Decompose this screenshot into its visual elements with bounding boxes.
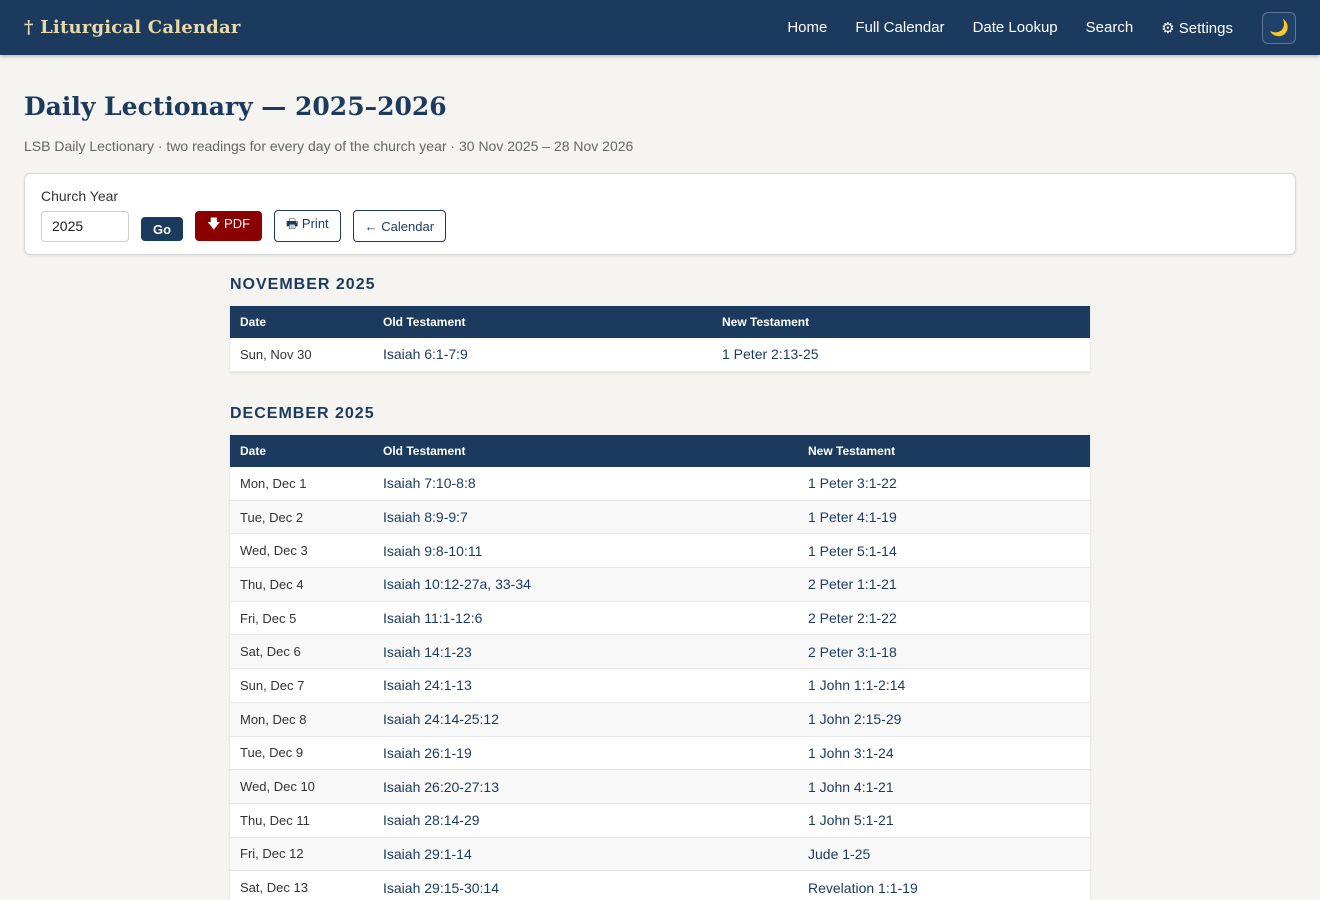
print-button[interactable]: 🖶 Print [274, 210, 341, 242]
old-testament-link[interactable]: Isaiah 8:9-9:7 [373, 500, 798, 535]
new-testament-link[interactable]: 1 Peter 5:1-14 [798, 533, 1090, 569]
old-testament-link[interactable]: Isaiah 7:10-8:8 [373, 466, 798, 501]
moon-icon: 🌙 [1269, 19, 1289, 37]
month-heading: DECEMBER 2025 [230, 404, 375, 422]
new-testament-link[interactable]: 1 John 4:1-21 [798, 769, 1090, 804]
month-section-december: DECEMBER 2025 Date Old Testament New Tes… [230, 405, 1090, 900]
row-date: Thu, Dec 4 [230, 567, 373, 602]
nav-settings[interactable]: ⚙ Settings [1161, 19, 1233, 37]
row-date: Mon, Dec 8 [230, 702, 373, 737]
table-row: Wed, Dec 3 Isaiah 9:8-10:11 1 Peter 5:1-… [230, 533, 1090, 569]
row-date: Wed, Dec 10 [230, 769, 373, 804]
row-date: Fri, Dec 12 [230, 837, 373, 872]
col-old-testament: Old Testament [373, 306, 712, 338]
new-testament-link[interactable]: Jude 1-25 [798, 837, 1090, 872]
table-row: Thu, Dec 4 Isaiah 10:12-27a, 33-34 2 Pet… [230, 567, 1090, 602]
table-row: Mon, Dec 1 Isaiah 7:10-8:8 1 Peter 3:1-2… [230, 466, 1090, 501]
old-testament-link[interactable]: Isaiah 24:1-13 [373, 668, 798, 703]
old-testament-link[interactable]: Isaiah 26:20-27:13 [373, 769, 798, 804]
new-testament-link[interactable]: 2 Peter 2:1-22 [798, 601, 1090, 636]
table-row: Wed, Dec 10 Isaiah 26:20-27:13 1 John 4:… [230, 769, 1090, 804]
row-date: Fri, Dec 5 [230, 601, 373, 636]
new-testament-link[interactable]: 1 Peter 2:13-25 [712, 338, 1090, 372]
col-old-testament: Old Testament [373, 434, 798, 467]
table-row: Tue, Dec 2 Isaiah 8:9-9:7 1 Peter 4:1-19 [230, 500, 1090, 535]
table-header-row: Date Old Testament New Testament [230, 306, 1090, 338]
col-new-testament: New Testament [798, 434, 1090, 467]
main-nav: Home Full Calendar Date Lookup Search ⚙ … [787, 11, 1296, 44]
theme-toggle-button[interactable]: 🌙 [1262, 11, 1296, 44]
top-navbar: † Liturgical Calendar Home Full Calendar… [0, 0, 1320, 55]
table-row: Fri, Dec 5 Isaiah 11:1-12:6 2 Peter 2:1-… [230, 601, 1090, 636]
col-new-testament: New Testament [712, 306, 1090, 338]
calendar-button[interactable]: ← Calendar [352, 210, 447, 242]
controls-row: Go 🡇 PDF 🖶 Print ← Calendar [41, 210, 1279, 242]
table-row: Mon, Dec 8 Isaiah 24:14-25:12 1 John 2:1… [230, 702, 1090, 737]
new-testament-link[interactable]: 1 Peter 4:1-19 [798, 500, 1090, 535]
col-date: Date [230, 306, 373, 338]
table-row: Sat, Dec 13 Isaiah 29:15-30:14 Revelatio… [230, 870, 1090, 900]
page-title: Daily Lectionary — 2025–2026 [24, 92, 447, 121]
col-date: Date [230, 434, 373, 467]
page-subtitle: LSB Daily Lectionary · two readings for … [24, 138, 634, 154]
brand-logo[interactable]: † Liturgical Calendar [24, 17, 241, 38]
table-row: Sat, Dec 6 Isaiah 14:1-23 2 Peter 3:1-18 [230, 634, 1090, 670]
new-testament-link[interactable]: 1 Peter 3:1-22 [798, 466, 1090, 501]
row-date: Sat, Dec 13 [230, 870, 373, 900]
old-testament-link[interactable]: Isaiah 26:1-19 [373, 736, 798, 771]
table-row: Tue, Dec 9 Isaiah 26:1-19 1 John 3:1-24 [230, 736, 1090, 771]
new-testament-link[interactable]: 1 John 1:1-2:14 [798, 668, 1090, 703]
row-date: Mon, Dec 1 [230, 466, 373, 501]
nav-home[interactable]: Home [787, 19, 827, 36]
month-section-november: NOVEMBER 2025 Date Old Testament New Tes… [230, 276, 1090, 372]
new-testament-link[interactable]: 1 John 5:1-21 [798, 803, 1090, 838]
old-testament-link[interactable]: Isaiah 28:14-29 [373, 803, 798, 838]
pdf-button[interactable]: 🡇 PDF [195, 211, 263, 241]
old-testament-link[interactable]: Isaiah 14:1-23 [373, 634, 798, 670]
new-testament-link[interactable]: 1 John 3:1-24 [798, 736, 1090, 771]
table-row: Thu, Dec 11 Isaiah 28:14-29 1 John 5:1-2… [230, 803, 1090, 838]
old-testament-link[interactable]: Isaiah 6:1-7:9 [373, 338, 712, 372]
row-date: Sun, Nov 30 [230, 338, 373, 372]
table-row: Fri, Dec 12 Isaiah 29:1-14 Jude 1-25 [230, 837, 1090, 872]
nav-search[interactable]: Search [1086, 19, 1134, 36]
readings-table: Date Old Testament New Testament Sun, No… [230, 306, 1090, 372]
row-date: Sat, Dec 6 [230, 634, 373, 670]
month-heading: NOVEMBER 2025 [230, 276, 376, 293]
old-testament-link[interactable]: Isaiah 29:15-30:14 [373, 870, 798, 900]
church-year-label: Church Year [41, 188, 119, 204]
old-testament-link[interactable]: Isaiah 10:12-27a, 33-34 [373, 567, 798, 602]
nav-date-lookup[interactable]: Date Lookup [973, 19, 1058, 36]
table-header-row: Date Old Testament New Testament [230, 434, 1090, 467]
church-year-input[interactable] [41, 210, 129, 242]
new-testament-link[interactable]: Revelation 1:1-19 [798, 870, 1090, 900]
old-testament-link[interactable]: Isaiah 29:1-14 [373, 837, 798, 872]
table-row: Sun, Nov 30 Isaiah 6:1-7:9 1 Peter 2:13-… [230, 338, 1090, 372]
old-testament-link[interactable]: Isaiah 9:8-10:11 [373, 533, 798, 569]
new-testament-link[interactable]: 2 Peter 1:1-21 [798, 567, 1090, 602]
row-date: Tue, Dec 9 [230, 736, 373, 771]
row-date: Wed, Dec 3 [230, 533, 373, 569]
old-testament-link[interactable]: Isaiah 24:14-25:12 [373, 702, 798, 737]
go-button[interactable]: Go [141, 217, 184, 241]
old-testament-link[interactable]: Isaiah 11:1-12:6 [373, 601, 798, 636]
table-row: Sun, Dec 7 Isaiah 24:1-13 1 John 1:1-2:1… [230, 668, 1090, 703]
main-content: Daily Lectionary — 2025–2026 LSB Daily L… [0, 92, 1320, 900]
nav-full-calendar[interactable]: Full Calendar [855, 19, 944, 36]
row-date: Sun, Dec 7 [230, 668, 373, 703]
row-date: Thu, Dec 11 [230, 803, 373, 838]
readings-table: Date Old Testament New Testament Mon, De… [230, 434, 1090, 900]
controls-panel: Church Year Go 🡇 PDF 🖶 Print ← Calendar [24, 173, 1296, 255]
new-testament-link[interactable]: 1 John 2:15-29 [798, 702, 1090, 737]
new-testament-link[interactable]: 2 Peter 3:1-18 [798, 634, 1090, 670]
row-date: Tue, Dec 2 [230, 500, 373, 535]
